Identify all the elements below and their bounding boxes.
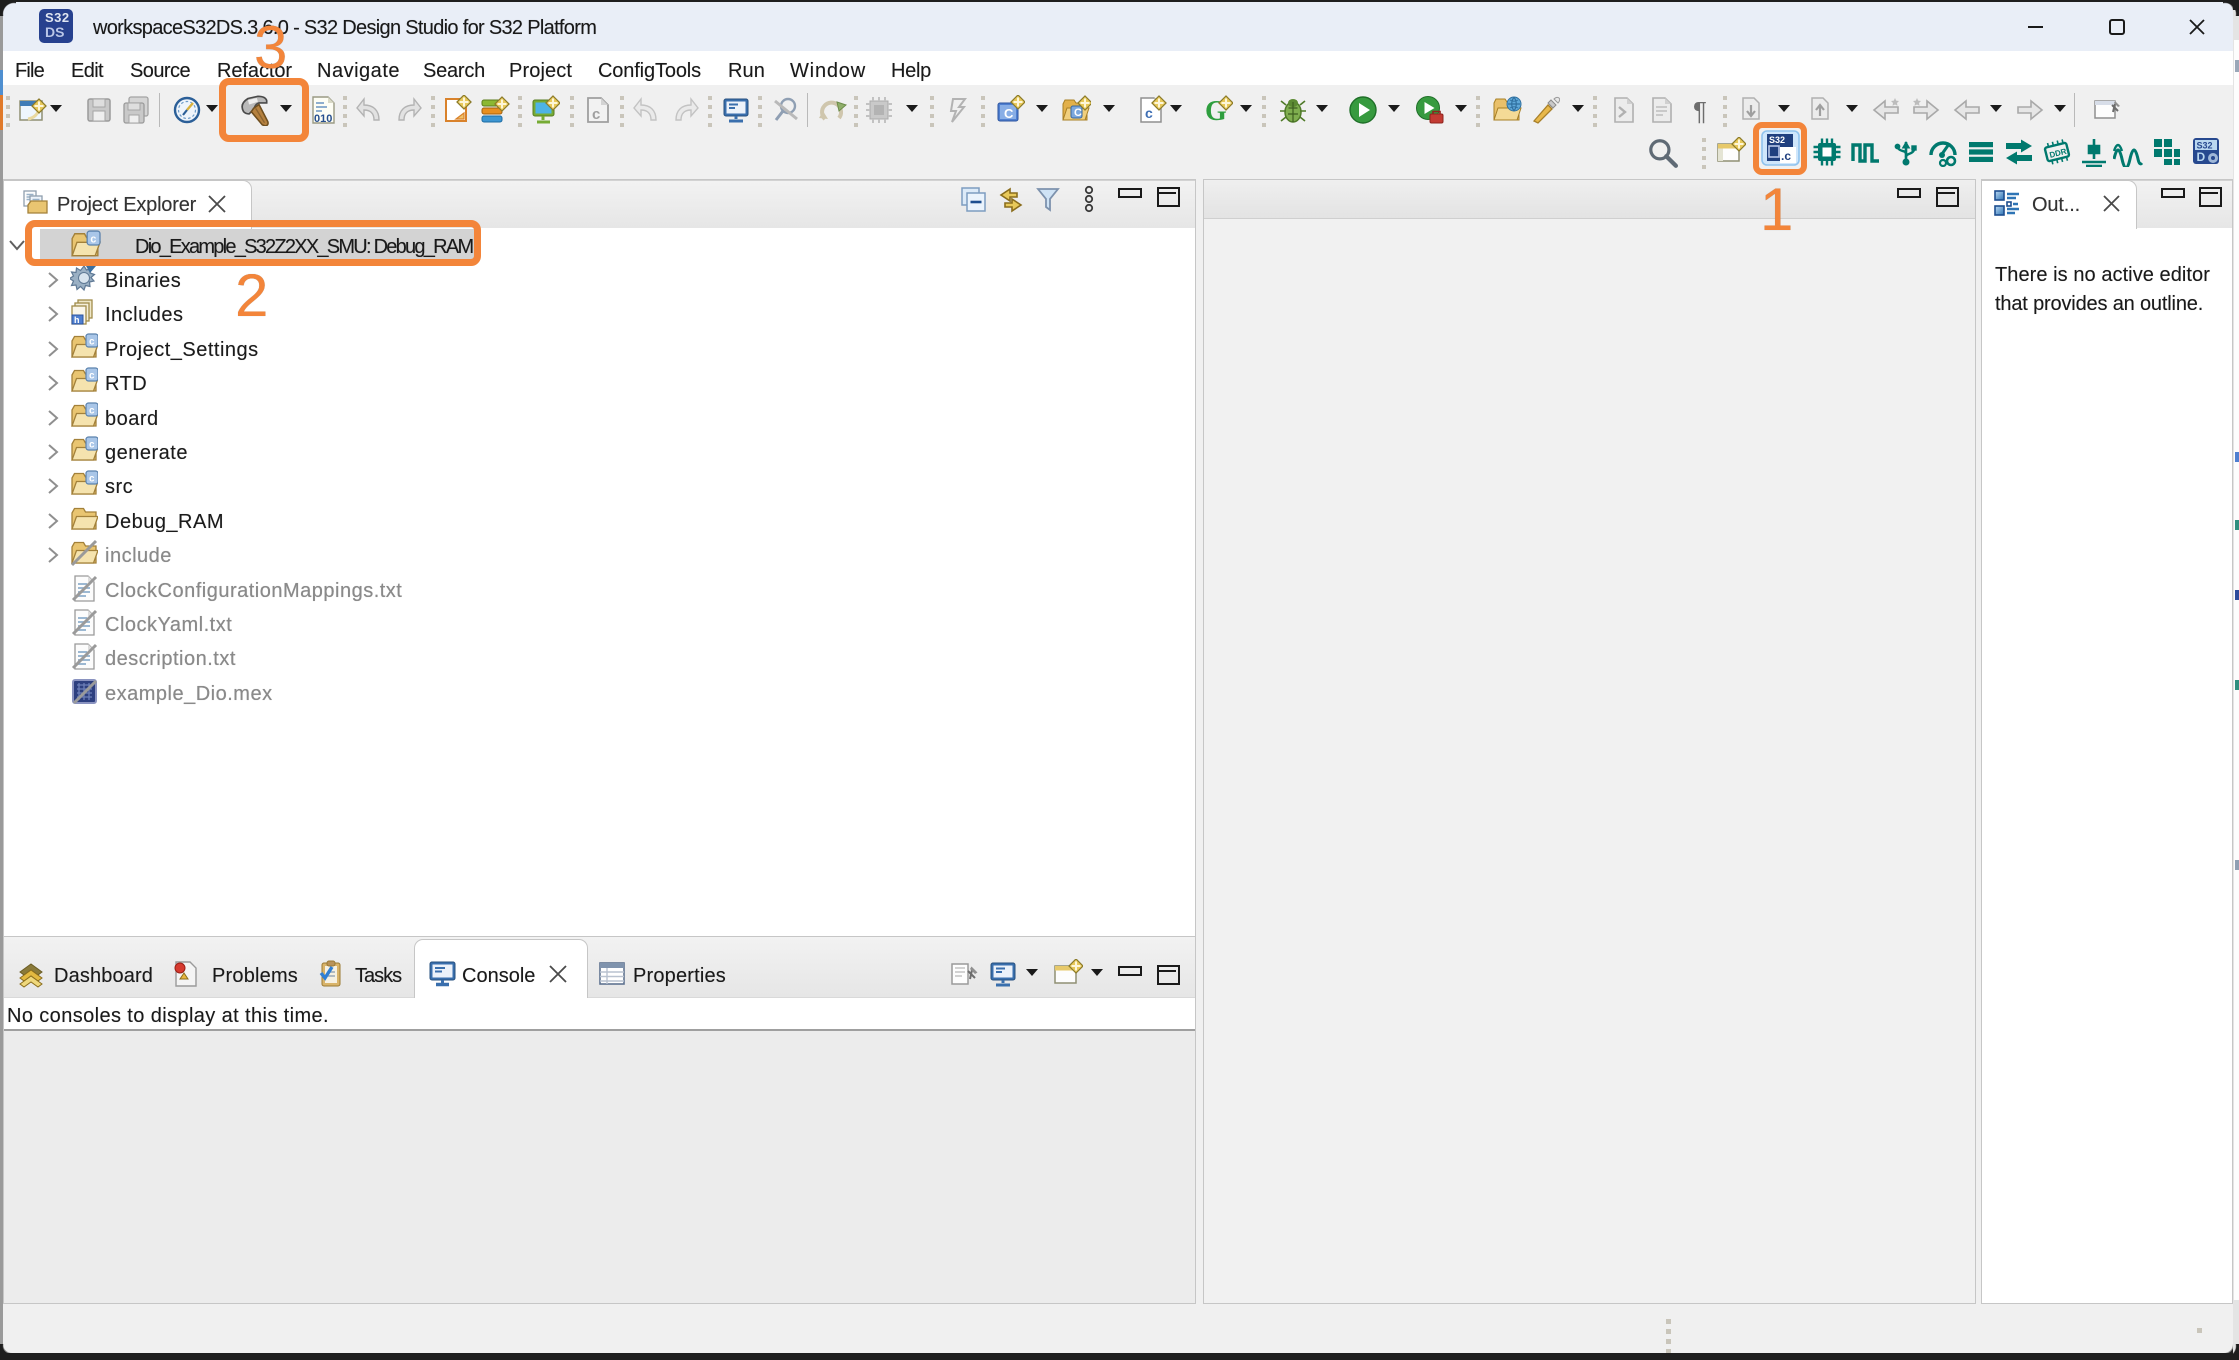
svg-text:¶: ¶ bbox=[1693, 96, 1707, 125]
svg-text:c: c bbox=[89, 474, 95, 485]
svg-text:c: c bbox=[89, 440, 95, 451]
svg-text:c: c bbox=[1145, 105, 1153, 121]
svg-text:C: C bbox=[1004, 106, 1014, 121]
svg-text:C: C bbox=[1074, 107, 1082, 119]
svg-text:c: c bbox=[592, 106, 600, 123]
svg-text:010: 010 bbox=[314, 113, 332, 125]
svg-text:h: h bbox=[74, 315, 80, 325]
svg-text:c: c bbox=[89, 337, 95, 348]
svg-text:S32: S32 bbox=[2197, 141, 2213, 151]
svg-text:c: c bbox=[89, 371, 95, 382]
svg-text:D: D bbox=[2197, 150, 2206, 164]
svg-text:c: c bbox=[89, 406, 95, 417]
